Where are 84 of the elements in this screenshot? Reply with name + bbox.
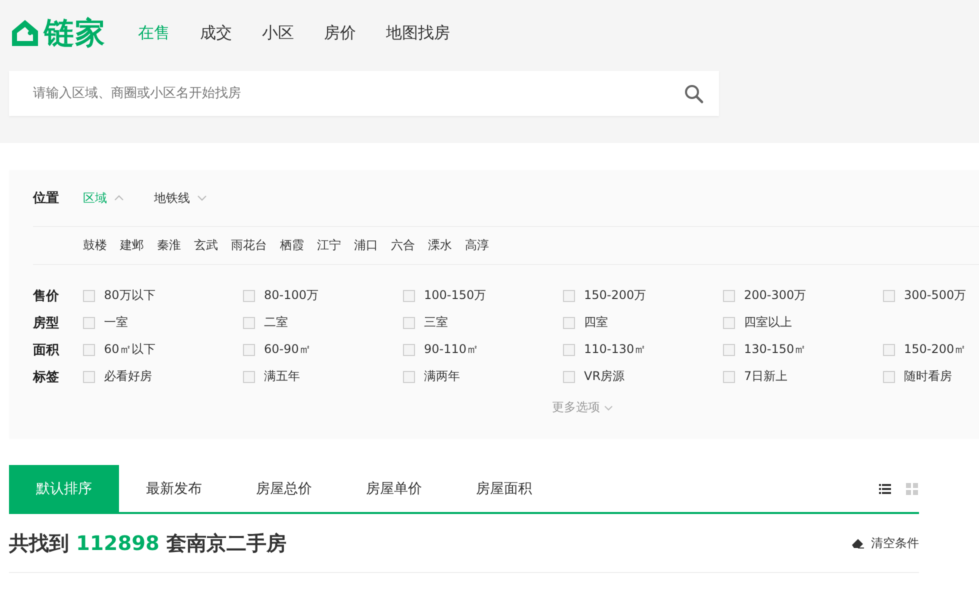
checkbox[interactable] — [563, 290, 575, 302]
district-link[interactable]: 高淳 — [465, 237, 489, 254]
house-icon — [9, 17, 41, 49]
district-link[interactable]: 栖霞 — [280, 237, 304, 254]
checkbox[interactable] — [243, 316, 255, 328]
sort-tab[interactable]: 房屋面积 — [449, 465, 559, 512]
checkbox[interactable] — [723, 316, 735, 328]
checkbox[interactable] — [403, 370, 415, 382]
checkbox[interactable] — [883, 370, 895, 382]
filter-label: 面积 — [33, 342, 60, 358]
district-link[interactable]: 浦口 — [354, 237, 378, 254]
option-label[interactable]: 二室 — [264, 314, 288, 331]
checkbox[interactable] — [883, 344, 895, 356]
filter-label: 位置 — [33, 190, 60, 207]
result-count-heading: 共找到 112898 套南京二手房 — [9, 530, 286, 556]
option-label[interactable]: 7日新上 — [744, 368, 788, 385]
checkbox[interactable] — [243, 290, 255, 302]
option-label[interactable]: VR房源 — [584, 368, 625, 385]
filter-label: 售价 — [33, 288, 60, 304]
district-link[interactable]: 江宁 — [317, 237, 341, 254]
checkbox[interactable] — [403, 290, 415, 302]
search-bar[interactable]: 请输入区域、商圈或小区名开始找房 — [9, 71, 719, 116]
checkbox[interactable] — [83, 344, 95, 356]
checkbox[interactable] — [83, 316, 95, 328]
option-label[interactable]: 四室 — [584, 314, 608, 331]
sort-tab[interactable]: 房屋总价 — [229, 465, 339, 512]
district-link[interactable]: 六合 — [391, 237, 415, 254]
option-label[interactable]: 300-500万 — [904, 287, 966, 304]
option-label[interactable]: 200-300万 — [744, 287, 806, 304]
option-label[interactable]: 100-150万 — [424, 287, 486, 304]
option-label[interactable]: 80-100万 — [264, 287, 319, 304]
list-view-icon[interactable] — [879, 482, 891, 494]
sort-tab[interactable]: 最新发布 — [119, 465, 229, 512]
option-label[interactable]: 满两年 — [424, 368, 460, 385]
nav-link[interactable]: 成交 — [200, 22, 232, 44]
logo-text: 链家 — [44, 14, 106, 52]
checkbox[interactable] — [243, 344, 255, 356]
clear-filters-button[interactable]: 清空条件 — [851, 534, 919, 552]
caret-icon — [604, 404, 613, 410]
district-link[interactable]: 玄武 — [194, 237, 218, 254]
district-link[interactable]: 溧水 — [428, 237, 452, 254]
checkbox[interactable] — [403, 316, 415, 328]
option-label[interactable]: 130-150㎡ — [744, 341, 806, 358]
caret-icon — [114, 195, 124, 201]
nav-link[interactable]: 小区 — [262, 22, 294, 44]
nav-link[interactable]: 地图找房 — [386, 22, 450, 44]
location-tab[interactable]: 地铁线 — [154, 190, 207, 206]
district-link[interactable]: 鼓楼 — [83, 237, 107, 254]
checkbox[interactable] — [723, 344, 735, 356]
checkbox[interactable] — [403, 344, 415, 356]
checkbox[interactable] — [563, 316, 575, 328]
option-label[interactable]: 150-200万 — [584, 287, 646, 304]
search-icon[interactable] — [684, 84, 704, 104]
checkbox[interactable] — [563, 344, 575, 356]
option-label[interactable]: 150-200㎡ — [904, 341, 966, 358]
search-field[interactable]: 请输入区域、商圈或小区名开始找房 — [31, 78, 684, 110]
nav-link[interactable]: 房价 — [324, 22, 356, 44]
district-link[interactable]: 雨花台 — [231, 237, 267, 254]
option-label[interactable]: 必看好房 — [104, 368, 152, 385]
district-link[interactable]: 建邺 — [120, 237, 144, 254]
option-label[interactable]: 满五年 — [264, 368, 300, 385]
grid-view-icon[interactable] — [906, 482, 918, 494]
checkbox[interactable] — [563, 370, 575, 382]
checkbox[interactable] — [83, 370, 95, 382]
checkbox[interactable] — [723, 370, 735, 382]
checkbox[interactable] — [723, 290, 735, 302]
filter-label: 标签 — [33, 368, 60, 386]
option-label[interactable]: 60-90㎡ — [264, 341, 311, 358]
option-label[interactable]: 随时看房 — [904, 368, 952, 385]
option-label[interactable]: 一室 — [104, 314, 128, 331]
checkbox[interactable] — [83, 290, 95, 302]
option-label[interactable]: 四室以上 — [744, 314, 792, 331]
sort-tab[interactable]: 房屋单价 — [339, 465, 449, 512]
eraser-icon — [851, 537, 865, 549]
filter-label: 房型 — [33, 314, 60, 332]
option-label[interactable]: 110-130㎡ — [584, 341, 646, 358]
checkbox[interactable] — [883, 290, 895, 302]
option-label[interactable]: 三室 — [424, 314, 448, 331]
district-link[interactable]: 秦淮 — [157, 237, 181, 254]
checkbox[interactable] — [243, 370, 255, 382]
caret-icon — [197, 195, 207, 201]
option-label[interactable]: 60㎡以下 — [104, 341, 156, 358]
option-label[interactable]: 80万以下 — [104, 287, 156, 304]
option-label[interactable]: 90-110㎡ — [424, 341, 479, 358]
